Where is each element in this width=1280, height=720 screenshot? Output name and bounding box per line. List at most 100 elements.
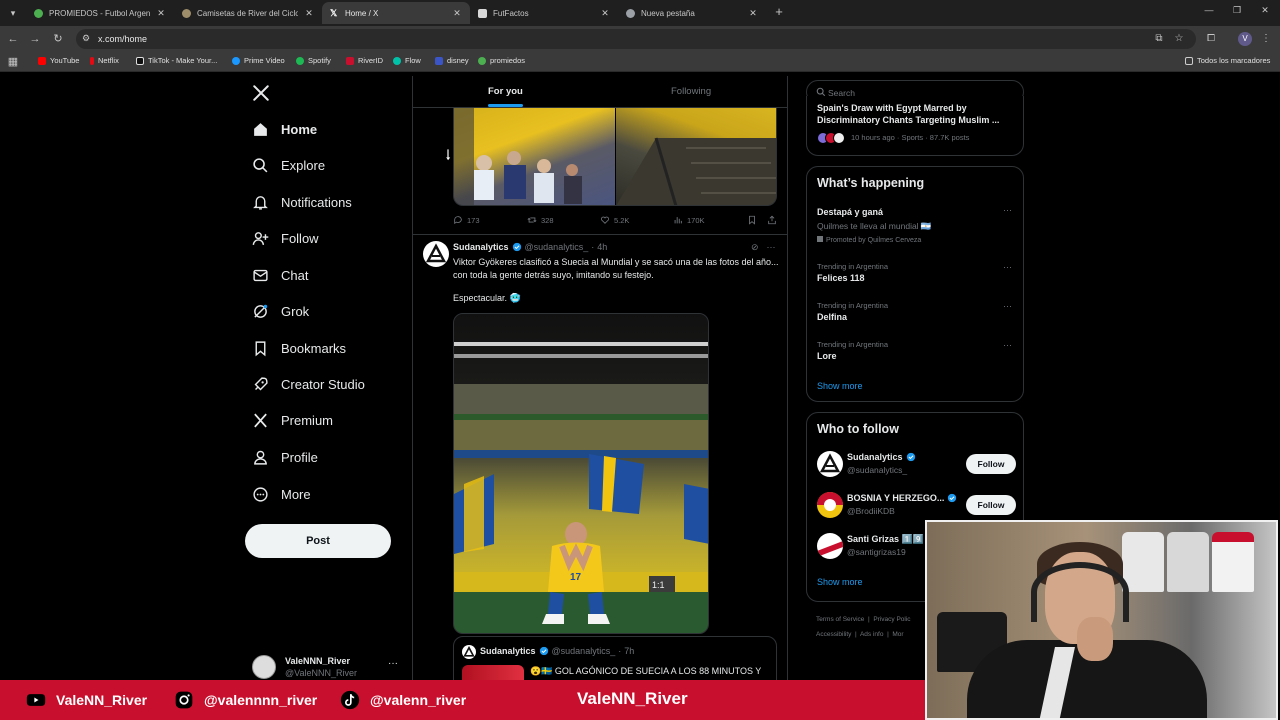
forward-arrow-icon[interactable]: →	[28, 32, 42, 46]
nav-bookmarks[interactable]: Bookmarks	[252, 331, 346, 365]
all-bookmarks[interactable]: Todos los marcadores	[1185, 56, 1270, 65]
nav-chat[interactable]: Chat	[252, 258, 308, 292]
bookmark-youtube[interactable]: YouTube	[38, 56, 79, 65]
follow-button[interactable]: Follow	[966, 454, 1016, 474]
avatar[interactable]	[423, 241, 449, 267]
bookmark-netflix[interactable]: Netflix	[90, 56, 119, 65]
nav-follow[interactable]: Follow	[252, 221, 319, 255]
nav-grok[interactable]: Grok	[252, 294, 309, 328]
bookmark-prime-video[interactable]: Prime Video	[232, 56, 285, 65]
media-image-left[interactable]	[454, 108, 615, 205]
site-settings-icon[interactable]: ⚙	[82, 33, 94, 45]
close-icon[interactable]: ✕	[600, 8, 610, 19]
show-more-link[interactable]: Show more	[817, 577, 863, 587]
post-time[interactable]: 4h	[597, 242, 607, 252]
minimize-icon[interactable]: —	[1201, 5, 1217, 15]
nav-premium[interactable]: Premium	[252, 403, 333, 437]
nav-more[interactable]: More	[252, 477, 311, 511]
new-tab-plus-icon[interactable]: +	[772, 4, 786, 20]
more-dots-icon[interactable]: ···	[1003, 205, 1012, 215]
bookmark-disney[interactable]: disney	[435, 56, 469, 65]
browser-profile-avatar[interactable]: V	[1238, 32, 1252, 46]
bookmark-button[interactable]	[747, 215, 757, 225]
follow-button[interactable]: Follow	[966, 495, 1016, 515]
timeline-tabs: For you Following	[413, 76, 787, 108]
timeline[interactable]: For you Following 173 328 5.2K 170K Suda…	[412, 76, 788, 680]
trend-item[interactable]: Delfina	[817, 312, 847, 322]
quoted-post[interactable]: Sudanalytics @sudanalytics_ · 7h 😮🇸🇪 GOL…	[453, 636, 777, 680]
more-dots-icon[interactable]: ···	[767, 242, 776, 253]
browser-menu-icon[interactable]: ⋮	[1259, 33, 1273, 44]
more-dots-icon[interactable]: ···	[1003, 262, 1012, 272]
address-bar[interactable]: ⚙ x.com/home	[76, 29, 1196, 49]
repost-button[interactable]: 328	[527, 215, 554, 225]
nav-notifications[interactable]: Notifications	[252, 185, 352, 219]
news-card[interactable]: Spain's Draw with Egypt Marred by Discri…	[806, 96, 1024, 156]
follow-suggestion-name[interactable]: Sudanalytics	[847, 452, 916, 462]
more-dots-icon[interactable]: ···	[1003, 340, 1012, 350]
verified-badge-icon	[906, 452, 915, 462]
avatar[interactable]	[817, 492, 843, 518]
nav-home[interactable]: Home	[252, 112, 317, 146]
tab-promiedos[interactable]: PROMIEDOS - Futbol Argentino ✕	[26, 2, 174, 24]
back-arrow-icon[interactable]: ←	[6, 32, 20, 46]
bookmark-flow[interactable]: Flow	[393, 56, 421, 65]
who-to-follow-title: Who to follow	[817, 422, 899, 436]
window-close-icon[interactable]: ✕	[1257, 5, 1273, 16]
tab-search-chevron-icon[interactable]: ▾	[4, 4, 22, 22]
tab-following[interactable]: Following	[671, 86, 711, 97]
extensions-icon[interactable]: ⧠	[1204, 33, 1218, 44]
tab-for-you[interactable]: For you	[488, 86, 523, 97]
promo-title[interactable]: Destapá y ganá	[817, 207, 883, 217]
trend-item[interactable]: Lore	[817, 351, 837, 361]
bookmark-star-icon[interactable]: ☆	[1172, 33, 1186, 44]
close-icon[interactable]: ✕	[452, 8, 462, 19]
quoted-post-header: Sudanalytics @sudanalytics_ · 7h	[480, 646, 635, 656]
x-logo-icon[interactable]	[252, 84, 270, 102]
nav-profile[interactable]: Profile	[252, 440, 318, 474]
account-switcher[interactable]: ValeNNN_River @ValeNNN_River ···	[252, 653, 402, 681]
bookmark-tiktok[interactable]: TikTok - Make Your...	[136, 56, 217, 65]
trend-item[interactable]: Felices 118	[817, 273, 865, 283]
more-dots-icon[interactable]: ···	[1003, 301, 1012, 311]
views-button[interactable]: 170K	[673, 215, 705, 225]
reload-icon[interactable]: ↻	[51, 32, 65, 46]
install-app-icon[interactable]: ⧉	[1152, 33, 1166, 44]
post-handle[interactable]: @sudanalytics_	[525, 242, 589, 252]
avatar[interactable]	[817, 533, 843, 559]
bookmark-spotify[interactable]: Spotify	[296, 56, 331, 65]
x-icon	[254, 413, 267, 427]
nav-creator-studio[interactable]: Creator Studio	[252, 367, 365, 401]
previous-post-actions: 173 328 5.2K 170K	[453, 215, 779, 229]
previous-post-media[interactable]	[453, 108, 777, 206]
promiedos-favicon-icon	[34, 8, 43, 18]
reply-button[interactable]: 173	[453, 215, 480, 225]
like-button[interactable]: 5.2K	[600, 215, 629, 225]
spotify-icon	[296, 56, 304, 65]
tab-futfactos[interactable]: FutFactos ✕	[470, 2, 618, 24]
show-more-link[interactable]: Show more	[817, 381, 863, 391]
bookmark-riverid[interactable]: RiverID	[346, 56, 383, 65]
tab-camisetas[interactable]: Camisetas de River del Ciclo Ga ✕	[174, 2, 322, 24]
browser-toolbar: ← → ↻ ⚙ x.com/home ⧉ ☆ ⧠ ⋮	[0, 26, 1280, 52]
close-icon[interactable]: ✕	[156, 8, 166, 19]
bookmark-promiedos[interactable]: promiedos	[478, 56, 525, 65]
apps-grid-icon[interactable]: ▦	[6, 55, 20, 69]
maximize-icon[interactable]: ❐	[1229, 5, 1245, 16]
nav-explore[interactable]: Explore	[252, 148, 325, 182]
tab-home-x[interactable]: 𝕏 Home / X ✕	[322, 2, 470, 24]
close-icon[interactable]: ✕	[304, 8, 314, 19]
more-dots-icon[interactable]: ···	[388, 658, 398, 669]
close-icon[interactable]: ✕	[748, 8, 758, 19]
tab-nueva-pestana[interactable]: Nueva pestaña ✕	[618, 2, 766, 24]
post-photo[interactable]: 1:1 17	[453, 313, 709, 634]
avatar[interactable]	[817, 451, 843, 477]
post-author[interactable]: Sudanalytics	[453, 242, 509, 252]
media-image-right[interactable]	[616, 108, 776, 205]
post-button[interactable]: Post	[245, 524, 391, 558]
follow-suggestion-name[interactable]: Santi Grizas 1️⃣9️⃣	[847, 534, 924, 545]
grok-explain-icon[interactable]: ⊘	[751, 242, 759, 253]
envelope-icon	[253, 269, 268, 281]
share-button[interactable]	[767, 215, 777, 225]
follow-suggestion-name[interactable]: BOSNIA Y HERZEGO...	[847, 493, 957, 503]
